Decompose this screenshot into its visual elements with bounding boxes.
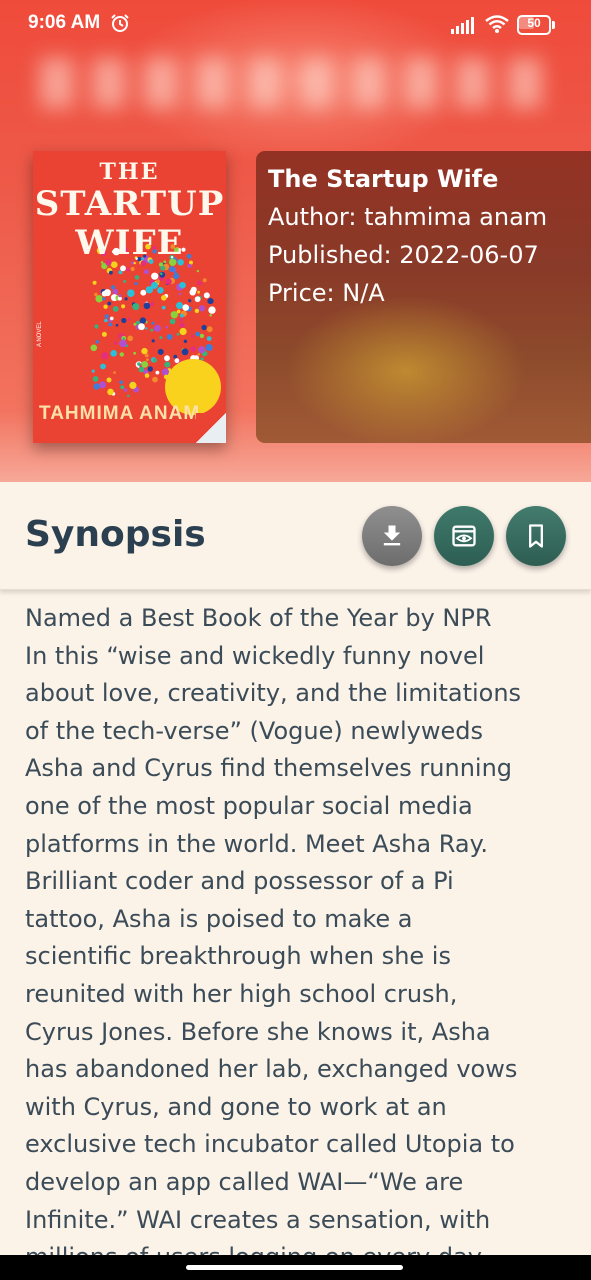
download-button[interactable] [362,506,422,566]
cover-author-name: TAHMIMA ANAM [39,403,201,424]
status-time: 9:06 AM [28,12,101,33]
hero-background-blur [40,58,560,108]
cover-page-curl [196,413,226,443]
synopsis-line: Named a Best Book of the Year by NPR [25,604,492,632]
cover-title-line-1: THE [99,159,160,185]
battery-percent: 50 [527,16,541,30]
synopsis-line: millions of users logging on every day [25,1239,573,1256]
bookmark-button[interactable] [506,506,566,566]
system-navigation-bar [0,1255,591,1280]
synopsis-line: one of the most popular social media [25,791,473,820]
book-title: The Startup Wife [268,165,499,193]
cellular-signal-icon [451,17,474,34]
cover-title-line-2: STARTUP [34,184,225,224]
synopsis-line: develop an app called WAI—“We are [25,1167,464,1196]
synopsis-header: Synopsis [0,482,591,590]
book-info-panel: The Startup Wife Author: tahmima anam Pu… [256,151,591,443]
synopsis-line: Cyrus Jones. Before she knows it, Asha [25,1017,491,1046]
status-bar: 9:06 AM 50 [0,0,591,50]
synopsis-line: reunited with her high school crush, [25,979,458,1008]
cover-title-line-3: WIFE [75,223,184,263]
alarm-icon [111,14,129,32]
synopsis-line: Infinite.” WAI creates a sensation, with [25,1205,491,1234]
synopsis-line: tattoo, Asha is poised to make a [25,904,413,933]
synopsis-line: with Cyrus, and gone to work at an [25,1092,447,1121]
bookmark-icon [529,524,543,548]
synopsis-line: scientific breakthrough when she is [25,942,451,971]
book-author: Author: tahmima anam [268,203,548,231]
book-published-date: Published: 2022-06-07 [268,241,539,269]
wifi-icon [485,15,509,33]
synopsis-line: of the tech-verse” (Vogue) newlyweds [25,716,483,745]
cover-novel-label: A NOVEL [37,321,43,347]
synopsis-line: Asha and Cyrus find themselves running [25,754,513,783]
synopsis-text: Named a Best Book of the Year by NPR In t… [25,600,573,1256]
synopsis-line: about love, creativity, and the limitati… [25,679,522,708]
book-hero-banner: 9:06 AM 50 THE STARTUP WIFE A NOVEL TAHM… [0,0,591,482]
battery-icon: 50 [517,15,555,35]
synopsis-line: has abandoned her lab, exchanged vows [25,1055,518,1084]
synopsis-heading: Synopsis [25,514,206,555]
synopsis-line: exclusive tech incubator called Utopia t… [25,1130,515,1159]
book-cover-image[interactable]: THE STARTUP WIFE A NOVEL TAHMIMA ANAM [33,151,226,443]
book-price: Price: N/A [268,279,385,307]
synopsis-line: platforms in the world. Meet Asha Ray. [25,829,488,858]
synopsis-line: In this “wise and wickedly funny novel [25,641,485,670]
home-gesture-handle[interactable] [186,1265,403,1270]
preview-icon [452,525,476,547]
synopsis-line: Brilliant coder and possessor of a Pi [25,867,454,896]
preview-button[interactable] [434,506,494,566]
download-icon [383,525,401,546]
